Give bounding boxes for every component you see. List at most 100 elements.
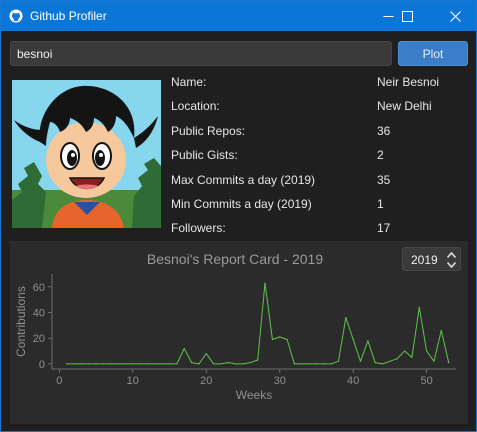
data-point xyxy=(227,362,229,364)
data-point xyxy=(345,317,347,319)
data-point xyxy=(205,353,207,355)
data-point xyxy=(411,356,413,358)
data-point xyxy=(448,362,450,364)
close-button[interactable] xyxy=(437,1,473,31)
min-commits-label: Min Commits a day (2019) xyxy=(171,197,312,211)
avatar-image xyxy=(12,80,161,228)
year-increment-button[interactable] xyxy=(446,250,456,259)
maximize-icon xyxy=(401,10,413,22)
data-point xyxy=(286,338,288,341)
x-tick-label: 50 xyxy=(420,375,432,387)
data-point xyxy=(426,350,428,352)
x-tick-label: 10 xyxy=(127,375,139,387)
data-point xyxy=(330,363,332,365)
data-point xyxy=(389,360,391,362)
data-point xyxy=(352,338,354,341)
y-axis-label: Contributions xyxy=(14,286,28,357)
data-point xyxy=(80,363,82,365)
followers-value: 17 xyxy=(377,221,391,235)
max-commits-label: Max Commits a day (2019) xyxy=(171,173,316,187)
year-decrement-button[interactable] xyxy=(446,260,456,269)
data-point xyxy=(161,363,163,365)
public-gists-value: 2 xyxy=(377,148,384,162)
data-point xyxy=(110,363,112,365)
data-point xyxy=(102,363,104,365)
maximize-button[interactable] xyxy=(389,1,425,31)
data-point xyxy=(404,350,406,352)
data-point xyxy=(367,340,369,342)
y-tick-label: 0 xyxy=(39,359,45,371)
contributions-series-line xyxy=(66,282,450,365)
chevron-down-icon xyxy=(446,261,456,268)
data-point xyxy=(117,363,119,365)
data-point xyxy=(301,363,303,365)
info-row-max-commits: Max Commits a day (2019) 35 xyxy=(171,173,471,189)
x-tick-label: 0 xyxy=(56,375,62,387)
chevron-up-icon xyxy=(446,251,456,258)
y-tick-label: 40 xyxy=(33,308,45,320)
public-repos-label: Public Repos: xyxy=(171,124,246,138)
avatar xyxy=(12,80,161,228)
data-point xyxy=(176,363,178,365)
name-value: Neir Besnoi xyxy=(377,75,440,89)
max-commits-value: 35 xyxy=(377,173,391,187)
location-label: Location: xyxy=(171,99,220,113)
data-point xyxy=(220,363,222,365)
info-row-followers: Followers: 17 xyxy=(171,221,471,237)
data-point xyxy=(146,363,149,365)
data-point xyxy=(337,360,340,362)
data-point xyxy=(88,363,90,365)
data-point xyxy=(66,363,68,365)
data-point xyxy=(168,363,171,365)
data-point xyxy=(249,362,251,364)
info-row-name: Name: Neir Besnoi xyxy=(171,75,471,91)
data-point xyxy=(257,359,259,361)
data-point xyxy=(374,362,376,364)
data-point xyxy=(440,329,442,332)
data-point xyxy=(271,338,273,341)
info-row-public-gists: Public Gists: 2 xyxy=(171,148,471,164)
app-window: Github Profiler Plot xyxy=(0,0,477,432)
min-commits-value: 1 xyxy=(377,197,384,211)
x-axis-label: Weeks xyxy=(236,388,272,402)
data-point xyxy=(315,363,317,365)
username-search-input[interactable] xyxy=(10,41,392,66)
name-label: Name: xyxy=(171,75,207,89)
data-point xyxy=(433,360,435,362)
year-spinbox[interactable]: 2019 xyxy=(402,247,461,271)
y-tick-label: 60 xyxy=(33,282,45,294)
data-point xyxy=(73,363,75,365)
title-bar[interactable]: Github Profiler xyxy=(1,1,476,31)
data-point xyxy=(132,363,134,365)
data-point xyxy=(279,336,281,338)
github-icon xyxy=(9,9,23,23)
x-tick-label: 20 xyxy=(200,375,212,387)
data-point xyxy=(95,363,97,365)
public-repos-value: 36 xyxy=(377,124,391,138)
contributions-chart: 0 10 20 30 40 50 0 20 40 60 Weeks Contributions xyxy=(14,274,456,402)
close-icon xyxy=(449,10,461,22)
data-point xyxy=(139,363,141,365)
data-point xyxy=(124,363,127,365)
data-point xyxy=(308,363,310,365)
data-point xyxy=(235,363,237,365)
public-gists-label: Public Gists: xyxy=(171,148,238,162)
data-point xyxy=(381,363,384,365)
chart-title: Besnoi's Report Card - 2019 xyxy=(146,251,324,267)
window-title: Github Profiler xyxy=(30,9,107,23)
info-row-public-repos: Public Repos: 36 xyxy=(171,124,471,140)
data-point xyxy=(264,282,266,284)
x-tick-label: 30 xyxy=(274,375,286,387)
info-row-location: Location: New Delhi xyxy=(171,99,471,115)
data-point xyxy=(198,363,200,365)
data-point xyxy=(242,363,244,365)
plot-button[interactable]: Plot xyxy=(398,41,468,66)
info-row-min-commits: Min Commits a day (2019) 1 xyxy=(171,197,471,213)
data-point xyxy=(359,360,362,362)
location-value: New Delhi xyxy=(377,99,432,113)
data-point xyxy=(323,363,325,365)
data-point xyxy=(183,347,185,350)
year-value: 2019 xyxy=(411,253,438,267)
data-point xyxy=(418,306,420,308)
followers-label: Followers: xyxy=(171,221,226,235)
